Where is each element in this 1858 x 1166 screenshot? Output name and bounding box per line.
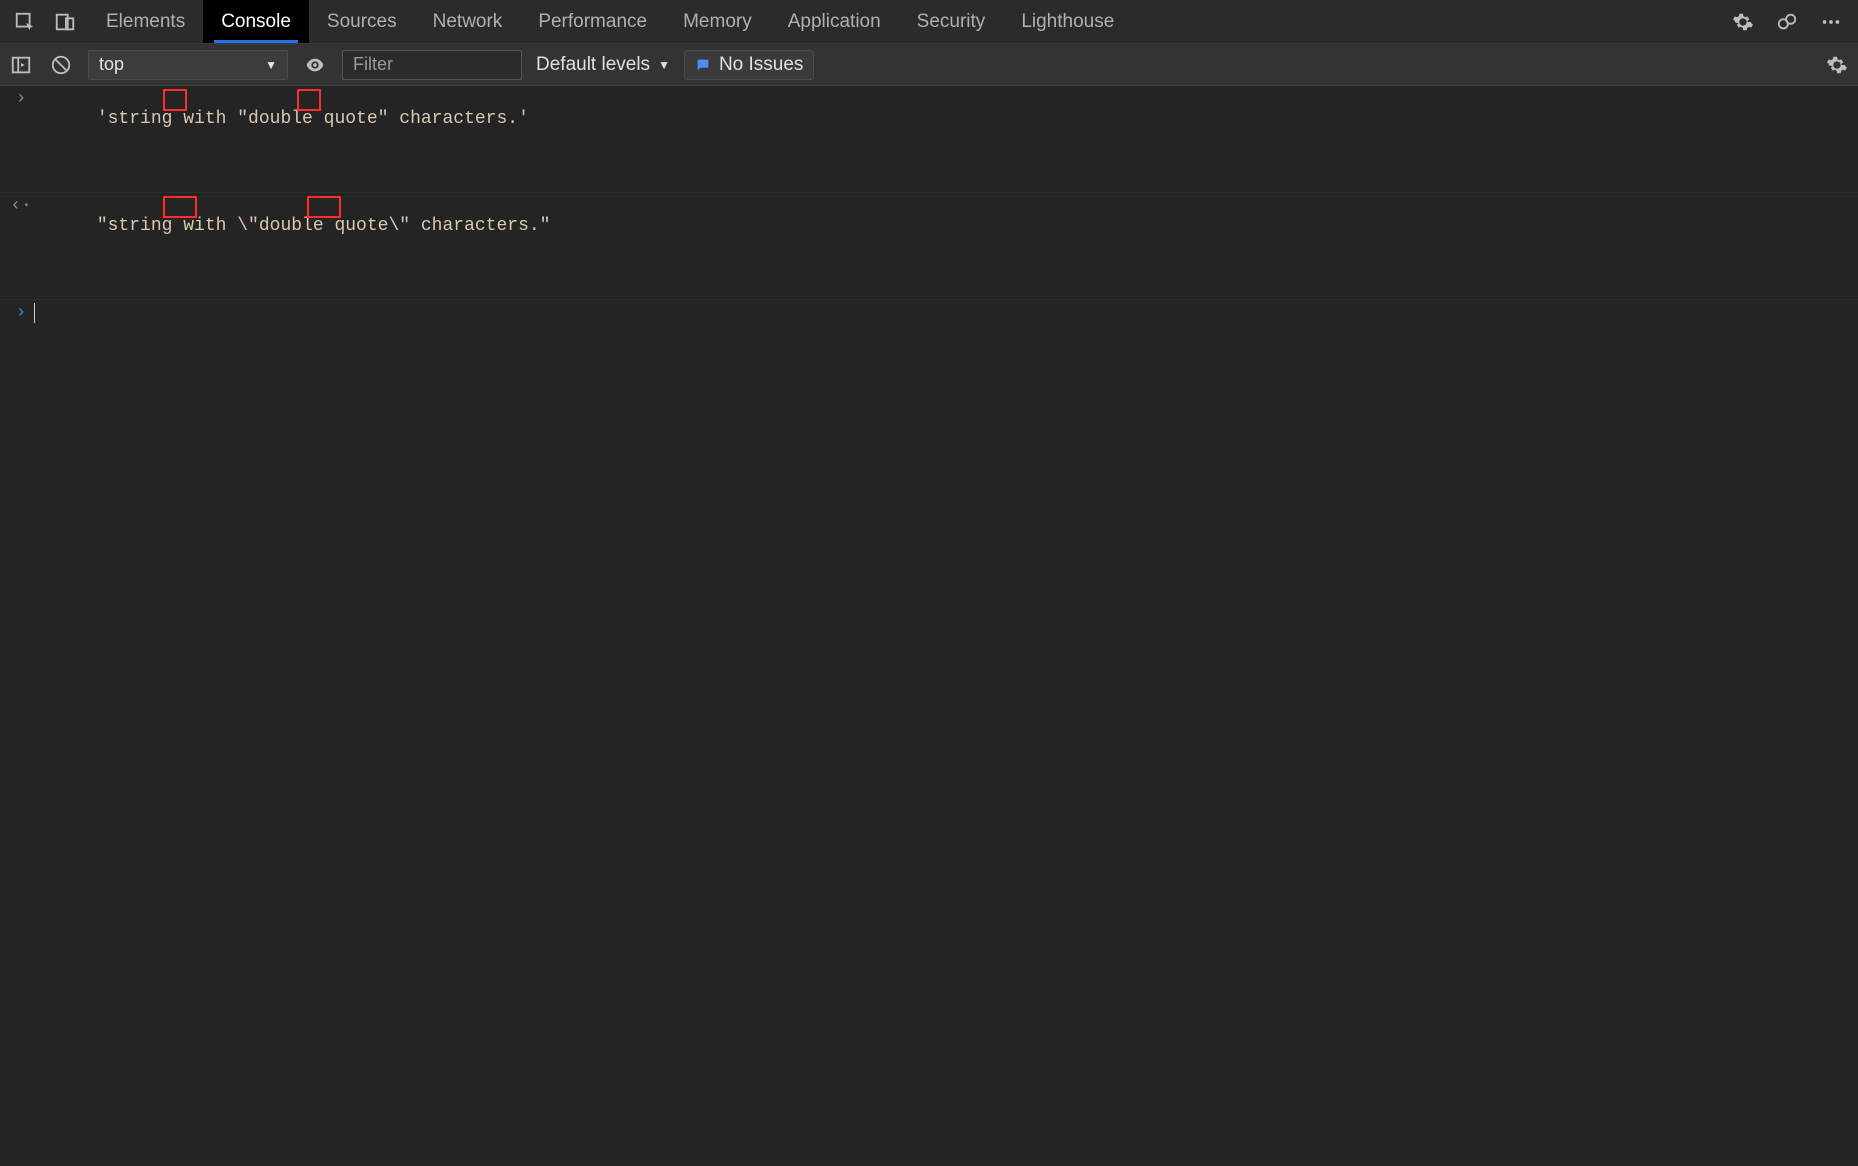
chevron-down-icon: ▼ bbox=[265, 58, 277, 72]
tab-sources[interactable]: Sources bbox=[309, 0, 415, 43]
console-text: "string with \"double quote\" characters… bbox=[32, 196, 551, 296]
tabs: Elements Console Sources Network Perform… bbox=[88, 0, 1132, 43]
chat-icon bbox=[695, 57, 711, 73]
tab-label: Console bbox=[221, 11, 291, 33]
more-icon[interactable] bbox=[1818, 9, 1844, 35]
tab-security[interactable]: Security bbox=[899, 0, 1004, 43]
tabbar-trailing-icons bbox=[1730, 9, 1852, 35]
prompt-marker-icon: › bbox=[10, 303, 32, 323]
console-toolbar: top ▼ Default levels ▼ No Issues bbox=[0, 44, 1858, 86]
tab-label: Lighthouse bbox=[1021, 11, 1114, 33]
log-levels-select[interactable]: Default levels ▼ bbox=[536, 54, 670, 76]
tab-label: Application bbox=[788, 11, 881, 33]
devtools-tabbar: Elements Console Sources Network Perform… bbox=[0, 0, 1858, 44]
annotation-box bbox=[297, 89, 321, 111]
console-settings-icon[interactable] bbox=[1824, 52, 1850, 78]
tab-label: Memory bbox=[683, 11, 752, 33]
execution-context-select[interactable]: top ▼ bbox=[88, 50, 288, 80]
whats-new-icon[interactable] bbox=[1774, 9, 1800, 35]
issues-label: No Issues bbox=[719, 54, 803, 76]
annotation-box bbox=[163, 196, 197, 218]
tab-label: Network bbox=[433, 11, 503, 33]
tab-application[interactable]: Application bbox=[770, 0, 899, 43]
console-text-content: "string with \"double quote\" characters… bbox=[97, 216, 551, 236]
tab-elements[interactable]: Elements bbox=[88, 0, 203, 43]
levels-label: Default levels bbox=[536, 54, 650, 76]
tab-memory[interactable]: Memory bbox=[665, 0, 770, 43]
output-marker-icon: ‹· bbox=[10, 196, 32, 216]
console-text-content: 'string with "double quote" characters.' bbox=[97, 109, 529, 129]
issues-chip[interactable]: No Issues bbox=[684, 50, 814, 80]
console-prompt-input[interactable] bbox=[32, 303, 35, 326]
live-expression-icon[interactable] bbox=[302, 52, 328, 78]
console-body: › 'string with "double quote" characters… bbox=[0, 86, 1858, 329]
settings-icon[interactable] bbox=[1730, 9, 1756, 35]
tab-label: Performance bbox=[538, 11, 647, 33]
tab-performance[interactable]: Performance bbox=[520, 0, 665, 43]
console-text: 'string with "double quote" characters.' bbox=[32, 89, 529, 189]
clear-console-icon[interactable] bbox=[48, 52, 74, 78]
tabbar-leading-icons bbox=[6, 9, 88, 35]
toggle-sidebar-icon[interactable] bbox=[8, 52, 34, 78]
console-row-output: ‹· "string with \"double quote\" charact… bbox=[0, 193, 1858, 300]
tab-label: Sources bbox=[327, 11, 397, 33]
inspect-element-icon[interactable] bbox=[12, 9, 38, 35]
filter-input[interactable] bbox=[342, 50, 522, 80]
text-cursor-icon bbox=[34, 303, 35, 323]
context-label: top bbox=[99, 54, 124, 75]
console-prompt-row[interactable]: › bbox=[0, 300, 1858, 329]
annotation-box bbox=[163, 89, 187, 111]
tab-label: Elements bbox=[106, 11, 185, 33]
console-row-input: › 'string with "double quote" characters… bbox=[0, 86, 1858, 193]
tab-label: Security bbox=[917, 11, 986, 33]
input-marker-icon: › bbox=[10, 89, 32, 109]
annotation-box bbox=[307, 196, 341, 218]
chevron-down-icon: ▼ bbox=[658, 58, 670, 72]
tab-lighthouse[interactable]: Lighthouse bbox=[1003, 0, 1132, 43]
tab-network[interactable]: Network bbox=[415, 0, 521, 43]
device-toggle-icon[interactable] bbox=[52, 9, 78, 35]
tab-console[interactable]: Console bbox=[203, 0, 309, 43]
